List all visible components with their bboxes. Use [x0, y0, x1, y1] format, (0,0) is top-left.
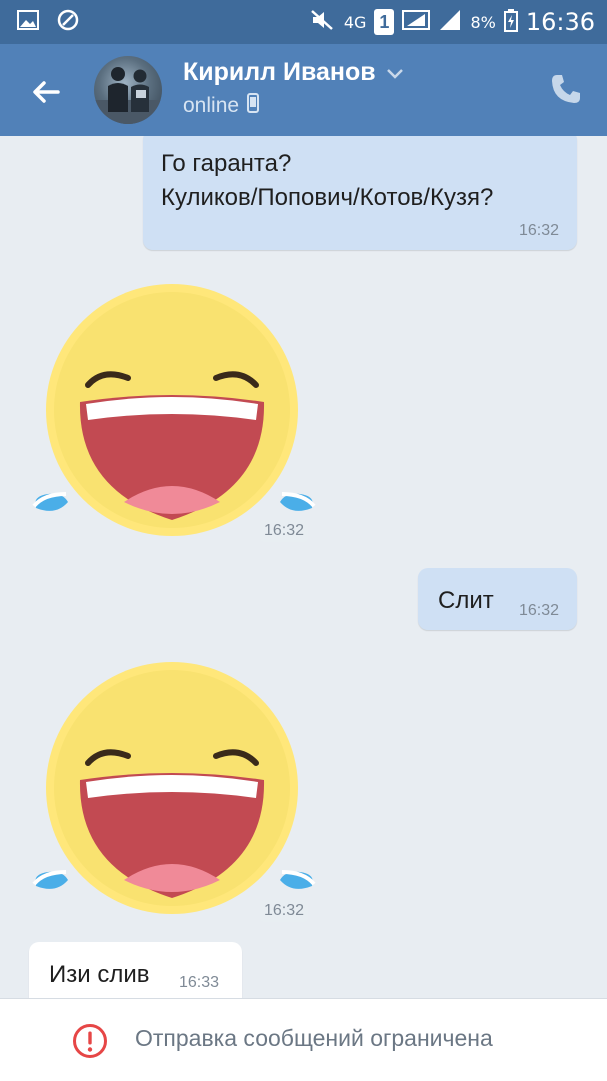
laughing-tears-emoji-sticker [32, 662, 316, 914]
phone-call-icon[interactable] [549, 72, 583, 106]
restriction-footer: Отправка сообщений ограничена [0, 998, 607, 1081]
message-time: 16:32 [518, 602, 559, 619]
laughing-tears-emoji-sticker [32, 284, 316, 536]
restriction-notice: Отправка сообщений ограничена [135, 1025, 493, 1051]
message-time: 16:32 [260, 520, 309, 542]
message-text: Слит [438, 587, 494, 614]
battery-icon [503, 8, 518, 37]
message-list[interactable]: Го гаранта? Куликов/Попович/Котов/Кузя? … [0, 136, 607, 998]
message-text-line: Куликов/Попович/Котов/Кузя? [161, 184, 494, 211]
sticker-message[interactable]: 16:32 [28, 648, 320, 926]
message-time: 16:32 [260, 900, 309, 922]
sim-badge: 1 [374, 9, 395, 35]
signal-icon [402, 8, 431, 37]
gallery-icon [16, 8, 40, 37]
contact-name[interactable]: Кирилл Иванов [183, 58, 404, 87]
presence-label: online [183, 94, 240, 117]
warning-icon [72, 1023, 108, 1059]
message-bubble-outgoing[interactable]: Слит 16:32 [418, 568, 577, 630]
mobile-device-icon [247, 93, 260, 119]
mute-icon [310, 8, 336, 37]
message-text: Изи слив [49, 961, 150, 988]
blocked-icon [56, 8, 80, 37]
message-bubble-incoming[interactable]: Изи слив 16:33 [29, 942, 242, 998]
message-text-line: Го гаранта? [161, 150, 292, 177]
battery-percent: 8% [470, 12, 496, 32]
message-time: 16:32 [518, 222, 559, 239]
message-time: 16:33 [179, 974, 220, 991]
avatar[interactable] [94, 56, 162, 124]
chat-header: Кирилл Иванов online [0, 44, 607, 136]
status-bar: 4G 1 8% 16:36 [0, 0, 607, 44]
sticker-message[interactable]: 16:32 [28, 270, 320, 548]
back-arrow-icon[interactable] [24, 70, 68, 114]
clock: 16:36 [525, 8, 595, 36]
contact-name-label: Кирилл Иванов [183, 58, 376, 86]
presence-status: online [183, 93, 260, 119]
chevron-down-icon [386, 58, 404, 87]
network-type: 4G [343, 12, 367, 32]
signal-strength-icon [438, 8, 462, 37]
message-bubble-outgoing[interactable]: Го гаранта? Куликов/Попович/Котов/Кузя? … [143, 136, 577, 250]
